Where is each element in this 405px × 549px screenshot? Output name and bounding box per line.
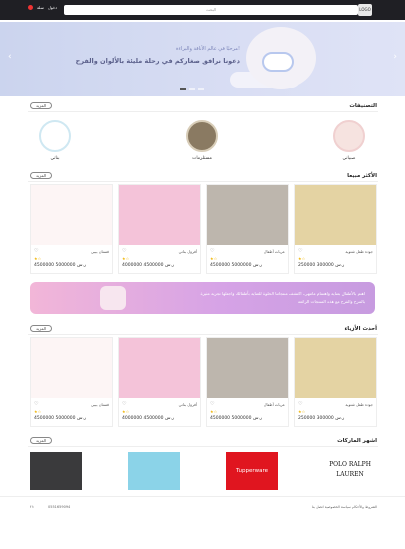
- product-price: 4500000 5000000 ر.س: [34, 416, 87, 421]
- product-price: 250000 300000 ر.س: [298, 263, 345, 268]
- promo-illustration: [100, 286, 126, 310]
- heart-icon[interactable]: ♡: [34, 401, 38, 407]
- product-name: فستان بيبي: [90, 249, 109, 254]
- rating-stars: ★☆: [210, 256, 218, 261]
- top-bar: سلة دخول البحث LOGO: [0, 0, 405, 20]
- product-image: [295, 185, 376, 245]
- brand-tile-3[interactable]: [128, 452, 180, 490]
- heart-icon[interactable]: ♡: [34, 248, 38, 254]
- hero-line1: مرحبًا في عالم الأناقة والبراءة!: [175, 46, 240, 52]
- heart-icon[interactable]: ♡: [210, 248, 214, 254]
- product-price: 250000 300000 ر.س: [298, 416, 345, 421]
- rating-stars: ★☆: [298, 409, 306, 414]
- rating-stars: ★☆: [122, 409, 130, 414]
- best-sellers-title: الأكثر مبيعا: [347, 173, 377, 179]
- brand-tupperware[interactable]: Tupperware: [226, 452, 278, 490]
- heart-icon[interactable]: ♡: [298, 401, 302, 407]
- heart-icon[interactable]: ♡: [122, 401, 126, 407]
- categories-title: التصنيفات: [349, 103, 377, 109]
- categories-more-button[interactable]: المزيد: [30, 102, 52, 109]
- footer-social[interactable]: f t: [30, 505, 34, 509]
- product-price: 4500000 5000000 ر.س: [34, 263, 87, 268]
- heart-icon[interactable]: ♡: [298, 248, 302, 254]
- product-price: 4000000 4500000 ر.س: [122, 416, 175, 421]
- category-supplies[interactable]: مستلزمات: [185, 120, 219, 161]
- product-name: عربات أطفال: [263, 249, 285, 254]
- brand-tile-4[interactable]: [30, 452, 82, 490]
- product-image: [31, 338, 112, 398]
- product-name: أفرول بناتي: [178, 249, 197, 254]
- category-image: [39, 120, 71, 152]
- product-name: جودة طفل شتوية: [345, 402, 373, 407]
- product-price: 4000000 4500000 ر.س: [122, 263, 175, 268]
- product-card[interactable]: ♡ أفرول بناتي ★☆ 4000000 4500000 ر.س: [118, 337, 201, 427]
- product-image: [119, 185, 200, 245]
- baby-illustration: [262, 52, 294, 72]
- product-price: 4500000 5000000 ر.س: [210, 263, 263, 268]
- promo-banner[interactable]: اهتم بالأطفال بعناية واهتمام ماتتهى، اكت…: [30, 282, 375, 314]
- promo-text: اهتم بالأطفال بعناية واهتمام ماتتهى، اكت…: [200, 291, 365, 304]
- rating-stars: ★☆: [122, 256, 130, 261]
- prev-arrow-icon[interactable]: ‹: [8, 52, 12, 62]
- footer: f t 0551659094 الشروط والأحكام سياسة الخ…: [0, 496, 405, 549]
- product-card[interactable]: ♡ جودة طفل شتوية ★☆ 250000 300000 ر.س: [294, 184, 377, 274]
- latest-more-button[interactable]: المزيد: [30, 325, 52, 332]
- footer-links[interactable]: الشروط والأحكام سياسة الخصوصية اتصل بنا: [312, 505, 377, 509]
- product-name: عربات أطفال: [263, 402, 285, 407]
- product-price: 4500000 5000000 ر.س: [210, 416, 263, 421]
- top-icons: سلة دخول: [28, 5, 57, 10]
- product-name: جودة طفل شتوية: [345, 249, 373, 254]
- product-card[interactable]: ♡ أفرول بناتي ★☆ 4000000 4500000 ر.س: [118, 184, 201, 274]
- category-label: صبياني: [342, 156, 356, 161]
- product-card[interactable]: ♡ فستان بيبي ★☆ 4500000 5000000 ر.س: [30, 184, 113, 274]
- next-arrow-icon[interactable]: ›: [393, 52, 397, 62]
- search-input[interactable]: البحث: [64, 5, 358, 15]
- product-card[interactable]: ♡ جودة طفل شتوية ★☆ 250000 300000 ر.س: [294, 337, 377, 427]
- rating-stars: ★☆: [298, 256, 306, 261]
- brands-title: اشهر الماركات: [337, 438, 377, 444]
- product-image: [295, 338, 376, 398]
- site-logo[interactable]: LOGO: [358, 4, 372, 16]
- category-girls[interactable]: بناتي: [38, 120, 72, 161]
- category-image: [186, 120, 218, 152]
- account-link[interactable]: دخول: [48, 5, 57, 10]
- product-card[interactable]: ♡ فستان بيبي ★☆ 4500000 5000000 ر.س: [30, 337, 113, 427]
- hero-line2: دعونا نرافق صغاركم في رحلة مليئة بالألوا…: [75, 57, 240, 65]
- product-card[interactable]: ♡ عربات أطفال ★☆ 4500000 5000000 ر.س: [206, 337, 289, 427]
- product-image: [31, 185, 112, 245]
- category-label: بناتي: [50, 156, 60, 161]
- latest-title: أحدث الأزياء: [344, 326, 377, 332]
- slider-dots: [180, 88, 204, 90]
- product-name: فستان بيبي: [90, 402, 109, 407]
- product-image: [207, 338, 288, 398]
- rating-stars: ★☆: [210, 409, 218, 414]
- category-boys[interactable]: صبياني: [332, 120, 366, 161]
- best-sellers-more-button[interactable]: المزيد: [30, 172, 52, 179]
- rating-stars: ★☆: [34, 409, 42, 414]
- brands-more-button[interactable]: المزيد: [30, 437, 52, 444]
- brand-polo[interactable]: POLO RALPH LAUREN: [324, 452, 376, 490]
- footer-phone: 0551659094: [48, 505, 71, 509]
- cart-button[interactable]: سلة: [37, 5, 44, 10]
- category-image: [333, 120, 365, 152]
- cart-badge: [28, 5, 33, 10]
- product-name: أفرول بناتي: [178, 402, 197, 407]
- hero-banner[interactable]: مرحبًا في عالم الأناقة والبراءة! دعونا ن…: [0, 22, 405, 96]
- rating-stars: ★☆: [34, 256, 42, 261]
- heart-icon[interactable]: ♡: [122, 248, 126, 254]
- product-image: [207, 185, 288, 245]
- heart-icon[interactable]: ♡: [210, 401, 214, 407]
- product-card[interactable]: ♡ عربات أطفال ★☆ 4500000 5000000 ر.س: [206, 184, 289, 274]
- category-label: مستلزمات: [192, 156, 212, 161]
- product-image: [119, 338, 200, 398]
